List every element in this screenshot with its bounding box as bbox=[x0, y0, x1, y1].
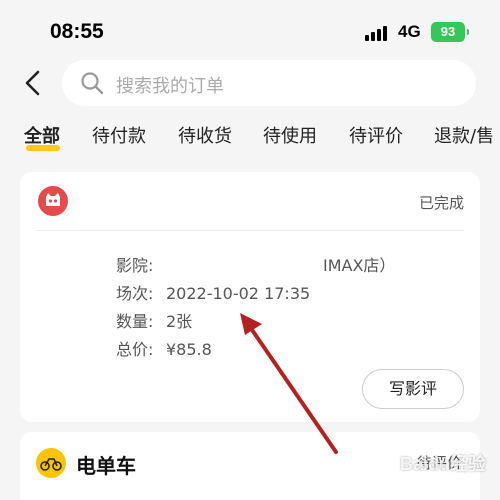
network-type: 4G bbox=[398, 22, 421, 41]
tab-refund[interactable]: 退款/售 bbox=[434, 122, 494, 148]
session-row: 场次: 2022-10-02 17:35 bbox=[116, 280, 310, 304]
write-review-button[interactable]: 写影评 bbox=[362, 369, 464, 409]
order-card-movie[interactable]: 已完成 影院: IMAX店） 场次: 2022-10-02 17:35 数量: 2张… bbox=[20, 172, 480, 422]
back-button[interactable] bbox=[22, 70, 46, 96]
quantity-row: 数量: 2张 bbox=[116, 308, 192, 332]
search-icon bbox=[81, 72, 104, 95]
session-label: 场次: bbox=[116, 284, 154, 303]
search-placeholder: 搜索我的订单 bbox=[116, 76, 224, 97]
baidu-watermark: Baidu经验 bbox=[400, 454, 487, 474]
order-status: 已完成 bbox=[418, 194, 464, 212]
total-row: 总价: ¥85.8 bbox=[116, 336, 212, 360]
total-value: ¥85.8 bbox=[166, 340, 212, 359]
maoyan-logo-icon bbox=[38, 186, 68, 216]
divider bbox=[36, 230, 464, 231]
quantity-value: 2张 bbox=[166, 312, 193, 331]
cinema-label: 影院: bbox=[116, 256, 154, 275]
cinema-row: 影院: bbox=[116, 252, 166, 276]
order-title: 电单车 bbox=[76, 454, 136, 478]
bike-icon bbox=[36, 448, 66, 478]
battery-icon: 93 bbox=[431, 22, 469, 42]
cinema-value: IMAX店） bbox=[323, 256, 396, 275]
status-time: 08:55 bbox=[50, 20, 104, 43]
tab-pending-payment[interactable]: 待付款 bbox=[92, 122, 146, 148]
battery-level: 93 bbox=[440, 24, 456, 39]
signal-icon bbox=[365, 25, 389, 41]
status-bar: 08:55 4G 93 bbox=[0, 0, 500, 60]
chevron-left-icon bbox=[25, 70, 40, 96]
active-tab-indicator bbox=[26, 145, 60, 151]
tab-pending-use[interactable]: 待使用 bbox=[263, 122, 317, 148]
tab-pending-receipt[interactable]: 待收货 bbox=[178, 122, 232, 148]
quantity-label: 数量: bbox=[116, 312, 154, 331]
tab-pending-review[interactable]: 待评价 bbox=[349, 122, 403, 148]
total-label: 总价: bbox=[116, 340, 154, 359]
session-value: 2022-10-02 17:35 bbox=[166, 284, 311, 303]
search-input[interactable]: 搜索我的订单 bbox=[62, 60, 476, 106]
order-tabs: 全部 待付款 待收货 待使用 待评价 退款/售 bbox=[0, 122, 500, 162]
